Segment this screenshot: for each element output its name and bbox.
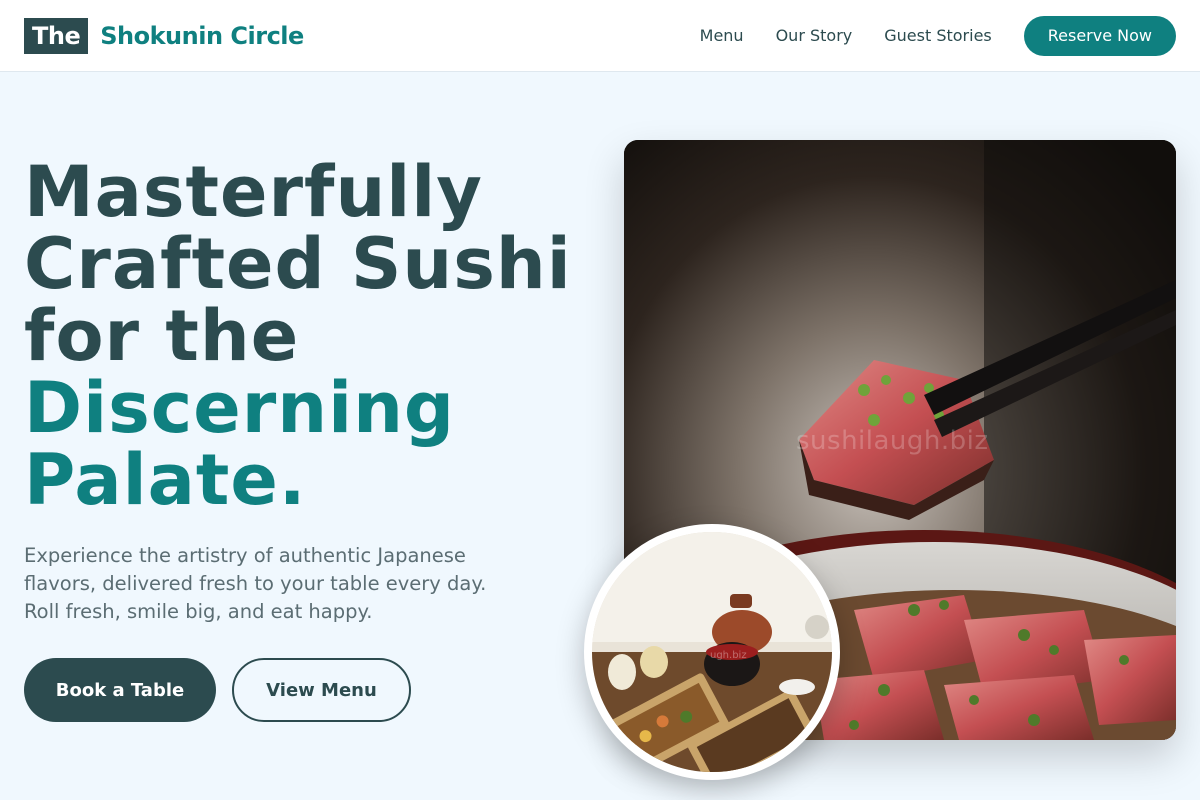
hero-title-accent: Discerning	[24, 367, 456, 449]
hero-title-line-3: for the	[24, 295, 300, 377]
nav-link-menu[interactable]: Menu	[700, 26, 744, 45]
hero-image-watermark: sushilaugh.biz	[796, 426, 989, 456]
logo-name: Shokunin Circle	[100, 21, 304, 50]
nav-link-guest-stories[interactable]: Guest Stories	[884, 26, 992, 45]
site-header: The Shokunin Circle Menu Our Story Guest…	[0, 0, 1200, 72]
main-nav: Menu Our Story Guest Stories Reserve Now	[700, 15, 1176, 56]
hero-title-line-5: Palate.	[24, 439, 307, 521]
logo-mark: The	[24, 17, 89, 54]
hero-subtitle: Experience the artistry of authentic Jap…	[24, 544, 487, 623]
inset-image-watermark: ugh.biz	[710, 650, 747, 661]
reserve-now-button[interactable]: Reserve Now	[1023, 15, 1176, 56]
hero-title-line-1: Masterfully	[24, 151, 483, 233]
view-menu-button[interactable]: View Menu	[232, 658, 411, 722]
inset-image-bento: ugh.biz	[584, 524, 840, 780]
hero-title-line-2: Crafted Sushi	[24, 223, 572, 305]
nav-link-our-story[interactable]: Our Story	[776, 26, 853, 45]
book-table-button[interactable]: Book a Table	[24, 658, 216, 722]
logo[interactable]: The Shokunin Circle	[24, 17, 304, 54]
hero-title: Masterfully Crafted Sushi for the Discer…	[24, 156, 604, 516]
